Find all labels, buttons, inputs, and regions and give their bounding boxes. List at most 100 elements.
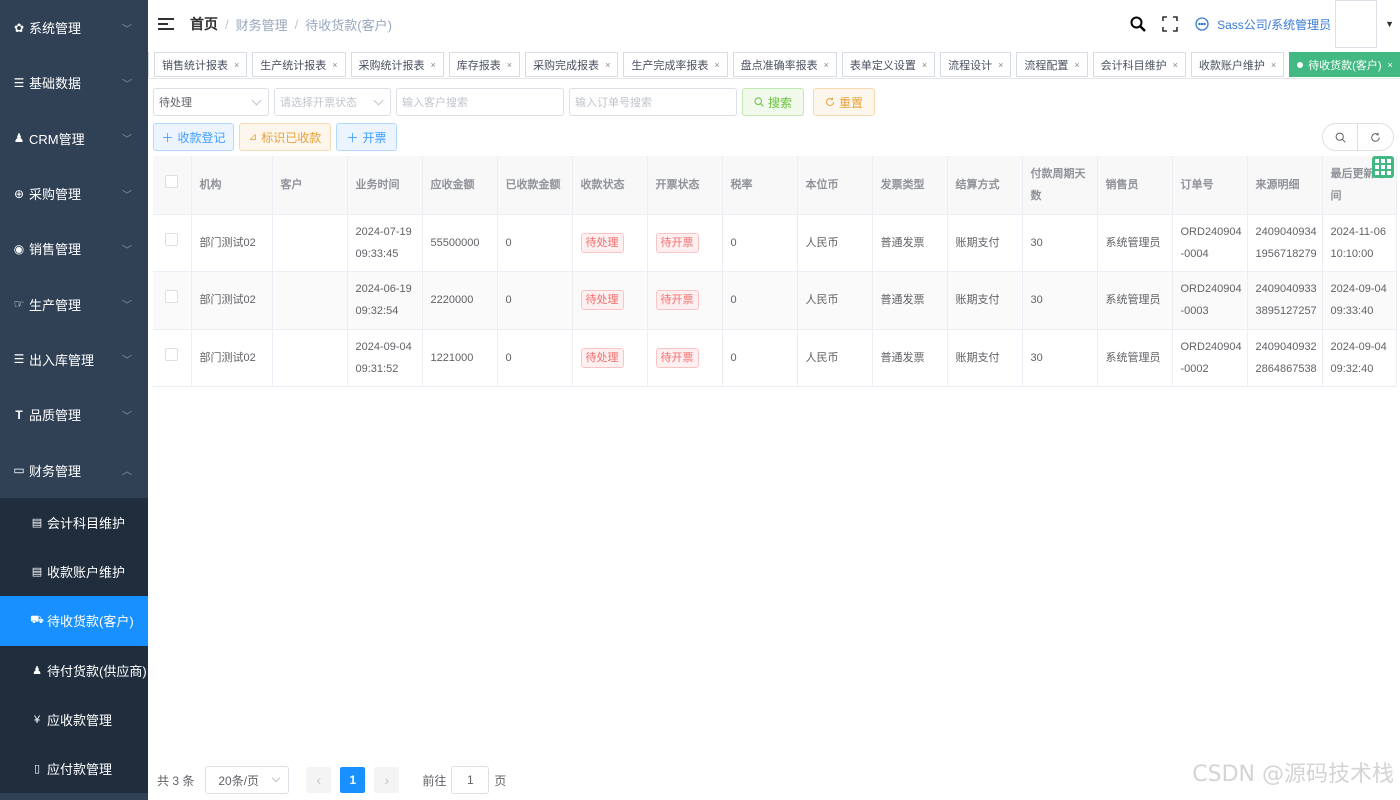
sub-payable-supplier[interactable]: ♟ 待付货款(供应商) <box>0 646 148 695</box>
close-icon[interactable]: × <box>1074 60 1079 70</box>
menu-purchase[interactable]: ⊕ 采购管理 ﹀ <box>0 166 148 221</box>
order-search-input[interactable]: 输入订单号搜索 <box>569 88 737 116</box>
menu-warehouse[interactable]: ☰ 出入库管理 ﹀ <box>0 332 148 387</box>
page-number-current[interactable]: 1 <box>340 767 366 793</box>
table-row[interactable]: 部门测试02 2024-06-19 09:32:54 2220000 0 待处理 … <box>153 271 1397 330</box>
search-button-label: 搜索 <box>767 95 792 110</box>
close-icon[interactable]: × <box>824 60 829 70</box>
hamburger-icon[interactable] <box>158 18 174 30</box>
tag-item[interactable]: 销售统计报表 × <box>154 52 248 77</box>
cell-currency: 人民币 <box>797 329 873 387</box>
customer-search-input[interactable]: 输入客户搜索 <box>396 88 564 116</box>
refresh-button[interactable] <box>1358 123 1394 151</box>
tag-item[interactable]: 表单定义设置 × <box>841 52 936 77</box>
column-header: 发票类型 <box>872 156 948 215</box>
close-icon[interactable]: × <box>1271 60 1276 70</box>
table-row[interactable]: 部门测试02 2024-07-19 09:33:45 55500000 0 待处理… <box>153 214 1397 272</box>
cell-received: 0 <box>497 214 573 272</box>
chevron-down-icon <box>272 773 281 783</box>
message-icon[interactable] <box>1191 13 1213 35</box>
close-icon[interactable]: × <box>332 60 337 70</box>
row-select-cell[interactable] <box>153 271 192 330</box>
order-line: ORD240904 <box>1180 225 1242 238</box>
tag-item[interactable]: 生产完成率报表 × <box>623 52 728 77</box>
user-icon: ♟ <box>32 664 42 677</box>
close-icon[interactable]: × <box>431 60 436 70</box>
sub-receivables[interactable]: ¥ 应收款管理 <box>0 695 148 744</box>
menu-finance[interactable]: ▭ 财务管理 ︿ <box>0 442 148 497</box>
close-icon[interactable]: × <box>1173 60 1178 70</box>
menu-quality[interactable]: T 品质管理 ﹀ <box>0 387 148 442</box>
prev-page-button[interactable]: ‹ <box>306 767 332 793</box>
refresh-icon <box>1371 132 1380 142</box>
status-select[interactable]: 待处理 <box>153 88 269 116</box>
menu-basic-data[interactable]: ☰ 基础数据 ﹀ <box>0 55 148 110</box>
close-icon[interactable]: × <box>1388 60 1393 70</box>
order-line: -0004 <box>1180 247 1209 260</box>
row-select-cell[interactable] <box>153 214 192 272</box>
menu-sales[interactable]: ◉ 销售管理 ﹀ <box>0 221 148 276</box>
status-select-value: 待处理 <box>159 97 192 109</box>
search-button[interactable]: 搜索 <box>742 88 804 116</box>
status-badge: 待处理 <box>580 347 624 368</box>
close-icon[interactable]: × <box>998 60 1003 70</box>
tag-item[interactable]: 流程配置 × <box>1016 52 1088 77</box>
reset-button[interactable]: 重置 <box>813 88 875 116</box>
table-row[interactable]: 部门测试02 2024-09-04 09:31:52 1221000 0 待处理 … <box>153 329 1397 387</box>
sub-receivable-customer[interactable]: ⛟ 待收货款(客户) <box>0 596 148 646</box>
next-page-button[interactable]: › <box>374 767 400 793</box>
cell-order-no: ORD240904 -0003 <box>1172 271 1248 330</box>
goto-prefix: 前往 <box>422 773 447 788</box>
search-icon[interactable] <box>1127 13 1149 35</box>
cell-amount: 2220000 <box>422 271 498 330</box>
select-all-checkbox[interactable] <box>165 174 179 188</box>
row-checkbox[interactable] <box>165 232 179 246</box>
search-form: 待处理 请选择开票状态 输入客户搜索 输入订单号搜索 搜索 重置 <box>153 88 884 116</box>
close-icon[interactable]: × <box>507 60 512 70</box>
date: 2024-06-19 <box>355 283 412 296</box>
select-all-cell[interactable] <box>153 156 192 215</box>
avatar[interactable] <box>1335 0 1378 48</box>
goto-page-input[interactable]: 1 <box>451 766 490 794</box>
source-line: 2409040934 <box>1255 225 1317 238</box>
tag-item[interactable]: 生产统计报表 × <box>252 52 346 77</box>
fullscreen-icon[interactable] <box>1159 13 1181 35</box>
row-select-cell[interactable] <box>153 329 192 387</box>
user-name[interactable]: Sass公司/系统管理员 <box>1217 16 1331 33</box>
time: 09:32:54 <box>355 305 399 318</box>
sub-receipt-accounts[interactable]: ▤ 收款账户维护 <box>0 547 148 596</box>
invoice-status-select[interactable]: 请选择开票状态 <box>274 88 391 116</box>
caret-down-icon[interactable]: ▼ <box>1385 19 1394 29</box>
status-badge: 待处理 <box>580 290 624 311</box>
menu-crm[interactable]: ♟ CRM管理 ﹀ <box>0 111 148 166</box>
tag-item[interactable]: 库存报表 × <box>448 52 521 77</box>
tag-item[interactable]: 会计科目维护 × <box>1092 52 1186 77</box>
list-icon: ☰ <box>13 352 25 367</box>
receipt-register-button[interactable]: ＋收款登记 <box>153 123 234 151</box>
tag-item-active[interactable]: 待收货款(客户) × <box>1289 52 1400 77</box>
invoice-button[interactable]: ＋开票 <box>336 123 397 151</box>
tag-item[interactable]: 盘点准确率报表 × <box>732 52 837 77</box>
breadcrumb-separator: / <box>225 16 229 32</box>
row-checkbox[interactable] <box>165 290 179 304</box>
close-icon[interactable]: × <box>605 60 610 70</box>
menu-system[interactable]: ✿ 系统管理 ﹀ <box>0 0 148 55</box>
close-icon[interactable]: × <box>922 60 927 70</box>
close-icon[interactable]: × <box>234 60 239 70</box>
close-icon[interactable]: × <box>714 60 719 70</box>
chevron-down-icon: ﹀ <box>122 245 132 257</box>
tag-item[interactable]: 流程设计 × <box>940 52 1012 77</box>
toggle-search-button[interactable] <box>1322 123 1358 151</box>
row-checkbox[interactable] <box>165 347 179 361</box>
page-size-select[interactable]: 20条/页 <box>205 766 290 794</box>
column-settings-icon[interactable] <box>1372 156 1394 178</box>
breadcrumb-home[interactable]: 首页 <box>190 14 218 34</box>
tag-item[interactable]: 采购完成报表 × <box>525 52 619 77</box>
tag-item[interactable]: 收款账户维护 × <box>1190 52 1285 77</box>
sub-accounting-subjects[interactable]: ▤ 会计科目维护 <box>0 498 148 547</box>
tag-item[interactable]: 采购统计报表 × <box>350 52 444 77</box>
mark-received-button[interactable]: ⊿ 标识已收款 <box>239 123 331 151</box>
sub-payables[interactable]: ▯ 应付款管理 <box>0 744 148 793</box>
menu-production[interactable]: ☞ 生产管理 ﹀ <box>0 276 148 331</box>
menu-label: 系统管理 <box>29 21 82 37</box>
